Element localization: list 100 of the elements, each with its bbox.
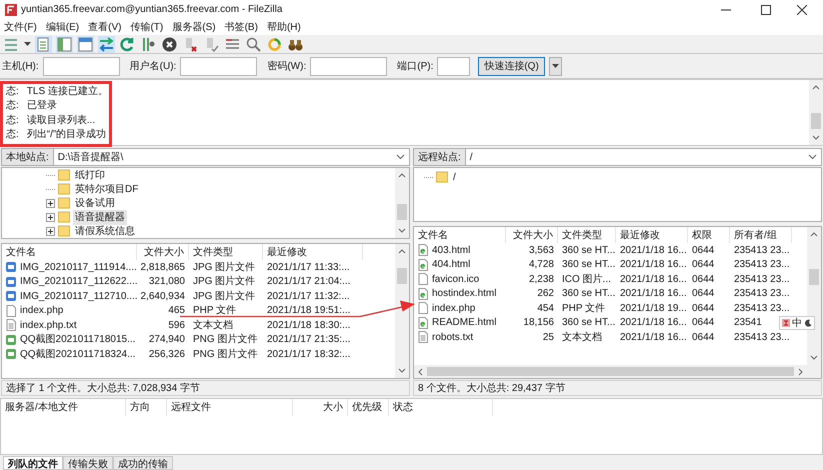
table-cell-text: PHP 文件 <box>193 304 236 318</box>
file-name[interactable]: README.html <box>432 315 496 330</box>
column-header[interactable]: 文件名 <box>2 244 137 260</box>
file-name[interactable]: favicon.ico <box>432 272 480 287</box>
table-cell-text: 2021/1/18 19:51:... <box>267 304 350 318</box>
file-name[interactable]: robots.txt <box>432 330 474 345</box>
table-cell-text: 2021/1/18 16... <box>620 287 687 302</box>
table-cell-text: ICO 图片... <box>562 272 611 287</box>
table-cell-text: 2021/1/18 18:30:... <box>267 318 350 333</box>
table-cell-text: 2021/1/17 21:04:... <box>267 275 350 290</box>
column-header[interactable]: 文件大小 <box>506 227 558 243</box>
column-header[interactable]: 远程文件 <box>167 399 293 416</box>
menu-item[interactable]: 传输(T) <box>130 20 164 34</box>
quickconnect-button[interactable]: 快速连接(Q) <box>478 56 545 76</box>
table-cell-text: 235413 23... <box>734 287 790 302</box>
tab[interactable]: 成功的传输 <box>113 456 173 470</box>
file-name[interactable]: index.php <box>20 303 64 318</box>
tab[interactable]: 传输失败 <box>63 456 113 470</box>
ime-mode[interactable]: 中 <box>792 316 802 330</box>
field-label: 端口(P): <box>397 60 434 74</box>
folder-name[interactable]: 设备试用 <box>73 196 117 210</box>
file-name[interactable]: IMG_20210117_112622.... <box>20 274 138 290</box>
file-name[interactable]: index.php <box>432 300 476 316</box>
table-cell-text: 274,940 <box>148 333 185 348</box>
log-message: 读取目录列表... <box>26 114 96 128</box>
window-title: yuntian365.freevar.com@yuntian365.freevar.com - FileZilla <box>21 3 284 17</box>
table-cell-text: 262 <box>537 287 554 302</box>
table-cell-text: 235413 23... <box>734 244 790 258</box>
log-message: TLS 连接已建立。 <box>26 84 108 99</box>
column-header[interactable]: 优先级 <box>348 399 389 416</box>
table-cell-text: 2021/1/17 11:33:... <box>267 260 350 275</box>
column-header[interactable]: 服务器/本地文件 <box>1 399 126 416</box>
file-name[interactable]: hostindex.html <box>432 286 496 302</box>
column-header[interactable]: 大小 <box>293 399 348 416</box>
menu-item[interactable]: 编辑(E) <box>46 20 80 34</box>
folder-name[interactable]: 纸打印 <box>73 168 107 182</box>
table-cell-text: 0644 <box>692 244 714 258</box>
file-name[interactable]: QQ截图2021011718324... <box>20 346 136 362</box>
column-header[interactable]: 文件名 <box>414 227 506 243</box>
log-label: 态: <box>6 98 19 114</box>
field-label: 密码(W): <box>267 60 306 74</box>
table-cell-text: 2021/1/18 16... <box>620 244 687 258</box>
table-cell-text: 3,563 <box>528 244 554 258</box>
menu-item[interactable]: 帮助(H) <box>266 20 301 34</box>
table-cell-text: 360 se HT... <box>562 287 616 302</box>
column-header[interactable]: 权限 <box>688 227 730 243</box>
column-header[interactable]: 最近修改 <box>616 227 688 243</box>
table-cell-text: 文本文档 <box>562 330 602 345</box>
table-cell-text: 235413 23... <box>734 258 790 272</box>
table-cell-text: 文本文档 <box>193 318 233 333</box>
table-cell-text: PHP 文件 <box>562 302 606 316</box>
tab[interactable]: 列队的文件 <box>3 456 63 470</box>
folder-name[interactable]: 英特尔项目DF <box>73 182 140 196</box>
column-header[interactable]: 文件大小 <box>137 244 189 260</box>
table-cell-text: JPG 图片文件 <box>193 274 256 290</box>
table-cell-text: 235413 23... <box>734 302 790 316</box>
table-cell-text: 0644 <box>692 316 714 330</box>
table-cell-text: 596 <box>168 318 185 333</box>
table-cell-text: 2,238 <box>528 272 554 287</box>
status-text: 选择了 1 个文件。大小总共: 7,028,934 字节 <box>1 380 410 396</box>
folder-name[interactable]: 语音提醒器 <box>73 210 127 224</box>
table-cell-text: 360 se HT... <box>562 244 616 258</box>
file-name[interactable]: 404.html <box>432 257 470 272</box>
menu-item[interactable]: 服务器(S) <box>172 20 216 34</box>
table-cell-text: 25 <box>542 330 554 345</box>
column-header[interactable]: 文件类型 <box>558 227 616 243</box>
ime-toolbar[interactable]: 中 <box>779 316 815 330</box>
file-name[interactable]: index.php.txt <box>20 318 77 333</box>
table-cell-text: 0644 <box>692 330 714 345</box>
file-name[interactable]: IMG_20210117_112710.... <box>20 288 138 304</box>
log-label: 态: <box>6 114 19 128</box>
field-label: 主机(H): <box>2 60 39 74</box>
field-label: 用户名(U): <box>130 60 176 74</box>
table-cell-text: 235413 23... <box>734 330 790 345</box>
menu-item[interactable]: 文件(F) <box>4 20 37 34</box>
menu-item[interactable]: 书签(B) <box>224 20 258 34</box>
table-cell-text: 360 se HT... <box>562 258 616 272</box>
table-cell-text: 0644 <box>692 287 714 302</box>
file-name[interactable]: QQ截图2021011718015... <box>20 332 136 348</box>
table-cell-text: 2,640,934 <box>140 290 185 304</box>
column-header[interactable]: 状态 <box>389 399 493 416</box>
folder-name[interactable]: / <box>451 170 458 184</box>
column-header[interactable]: 方向 <box>126 399 167 416</box>
table-cell-text: PNG 图片文件 <box>193 332 258 348</box>
file-name[interactable]: IMG_20210117_111914.... <box>20 260 137 275</box>
table-cell-text: 23541 <box>734 316 762 330</box>
table-cell-text: 454 <box>537 302 554 316</box>
column-header[interactable]: 所有者/组 <box>730 227 792 243</box>
column-header[interactable]: 最近修改 <box>263 244 363 260</box>
table-cell-text: PNG 图片文件 <box>193 348 258 362</box>
table-cell-text: 360 se HT... <box>562 316 616 330</box>
log-message: 已登录 <box>26 99 57 114</box>
file-name[interactable]: 403.html <box>432 242 470 258</box>
folder-name[interactable]: 请假系统信息 <box>73 224 137 238</box>
menu-item[interactable]: 查看(V) <box>88 20 122 34</box>
table-cell-text: JPG 图片文件 <box>193 290 256 304</box>
table-cell-text: 4,728 <box>528 258 554 272</box>
table-cell-text: 2021/1/18 16... <box>620 316 687 330</box>
table-cell-text: 2021/1/18 16... <box>620 258 687 272</box>
column-header[interactable]: 文件类型 <box>189 244 263 260</box>
